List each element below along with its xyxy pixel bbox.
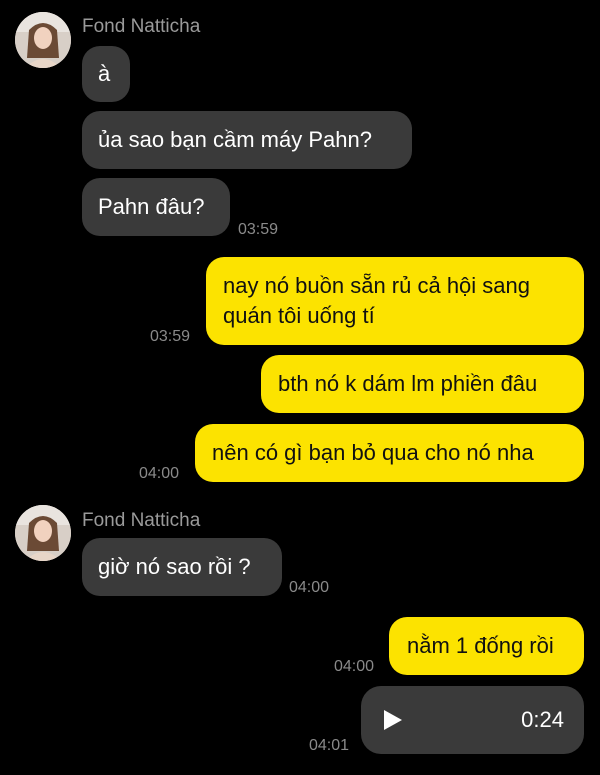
message-text-line: quán tôi uống tí: [223, 303, 375, 328]
message-text: bth nó k dám lm phiền đâu: [278, 371, 538, 396]
message-text-line: nay nó buồn sẵn rủ cả hội sang: [223, 273, 531, 298]
message-text: nên có gì bạn bỏ qua cho nó nha: [212, 440, 534, 465]
voice-message[interactable]: 0:24: [361, 686, 584, 754]
message-text: Pahn đâu?: [98, 194, 205, 219]
message-time: 04:00: [289, 579, 330, 596]
voice-duration: 0:24: [521, 707, 564, 732]
incoming-message[interactable]: giờ nó sao rồi ?: [82, 538, 282, 596]
avatar-photo-icon: [15, 505, 71, 561]
avatar-photo-icon: [15, 12, 71, 68]
contact-avatar[interactable]: [15, 505, 71, 561]
message-time: 04:00: [334, 658, 375, 675]
message-text: ủa sao bạn cầm máy Pahn?: [98, 127, 372, 152]
message-text: giờ nó sao rồi ?: [98, 554, 251, 579]
message-time: 04:00: [139, 465, 180, 482]
incoming-message[interactable]: Pahn đâu?: [82, 178, 230, 236]
outgoing-message[interactable]: nên có gì bạn bỏ qua cho nó nha: [195, 424, 584, 482]
message-text: à: [98, 61, 111, 86]
message-text: nằm 1 đống rồi: [407, 633, 554, 658]
message-time: 04:01: [309, 737, 350, 754]
incoming-message[interactable]: à: [82, 46, 130, 102]
sender-name: Fond Natticha: [82, 16, 201, 37]
sender-name: Fond Natticha: [82, 510, 201, 531]
outgoing-message[interactable]: nằm 1 đống rồi: [389, 617, 584, 675]
contact-avatar[interactable]: [15, 12, 71, 68]
play-icon[interactable]: [382, 708, 404, 737]
outgoing-message[interactable]: nay nó buồn sẵn rủ cả hội sang quán tôi …: [206, 257, 584, 345]
message-time: 03:59: [150, 328, 191, 345]
outgoing-message[interactable]: bth nó k dám lm phiền đâu: [261, 355, 584, 413]
incoming-message[interactable]: ủa sao bạn cầm máy Pahn?: [82, 111, 412, 169]
message-time: 03:59: [238, 221, 279, 238]
